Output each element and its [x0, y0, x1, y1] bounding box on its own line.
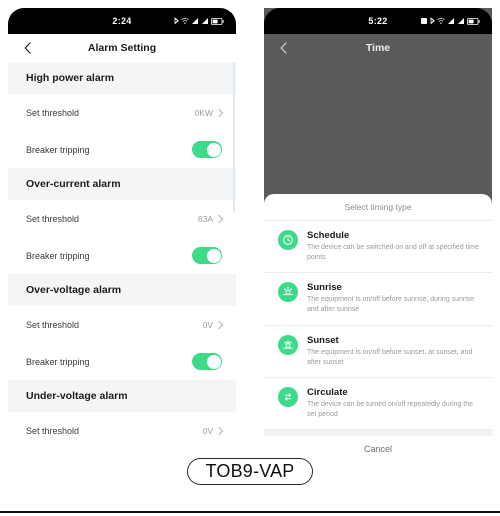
status-bar-icons — [174, 8, 224, 34]
bottom-divider — [0, 511, 500, 513]
circulate-icon — [284, 393, 292, 401]
caption: TOB9-VAP — [0, 458, 500, 485]
wifi-icon — [437, 18, 445, 24]
option-text: Circulate The device can be turned on/off… — [307, 387, 480, 420]
section-header: Over-voltage alarm — [8, 274, 236, 306]
option-text: Schedule The device can be switched on an… — [307, 230, 480, 263]
chevron-right-icon — [214, 426, 224, 435]
toggle-knob — [206, 248, 221, 263]
row-value-group: 0V — [202, 425, 224, 436]
row-label: Set threshold — [26, 319, 80, 330]
row-set-threshold[interactable]: Set threshold 63A — [8, 200, 236, 237]
scrollbar[interactable] — [233, 62, 235, 212]
option-title: Circulate — [307, 386, 348, 398]
toggle-knob — [206, 354, 221, 369]
sunset-icon-badge — [278, 334, 298, 355]
sunrise-icon-badge — [278, 282, 298, 303]
row-label: Breaker tripping — [26, 356, 90, 367]
sunrise-icon — [282, 287, 294, 296]
section-header: Under-voltage alarm — [8, 380, 236, 412]
option-text: Sunset The equipment is on/off before sun… — [307, 335, 480, 368]
row-value-group: 0V — [202, 319, 224, 330]
section-header: High power alarm — [8, 62, 236, 94]
row-breaker-tripping[interactable]: Breaker tripping — [8, 237, 236, 274]
option-description: The device can be turned on/off repeated… — [307, 400, 474, 418]
row-label: Set threshold — [26, 425, 80, 436]
bluetooth-icon — [430, 17, 435, 25]
row-label: Set threshold — [26, 213, 80, 224]
alarm-settings-list: High power alarm Set threshold 0KW Breaker … — [8, 62, 236, 449]
section-header: Over-current alarm — [8, 168, 236, 200]
row-value: 0V — [202, 319, 213, 330]
alarm-icon — [421, 18, 427, 24]
status-bar-time: 5:22 — [368, 16, 388, 26]
signal-icon-2 — [202, 18, 208, 24]
status-bar-right: 5:22 — [264, 8, 492, 34]
option-text: Sunrise The equipment is on/off before su… — [307, 282, 480, 315]
sheet-title: Select timing type — [264, 194, 492, 221]
option-title: Schedule — [307, 230, 350, 241]
battery-icon — [211, 17, 224, 25]
chevron-left-icon — [24, 42, 31, 54]
row-label: Breaker tripping — [26, 250, 90, 261]
signal-icon-2 — [458, 18, 464, 24]
phone-time-picker: 5:22 Time Select timing type Schedule The… — [264, 8, 492, 454]
toggle-switch[interactable] — [192, 353, 222, 370]
status-bar-icons — [420, 8, 480, 34]
toggle-knob — [206, 142, 221, 157]
row-value: 63A — [197, 213, 213, 224]
chevron-right-icon — [214, 320, 224, 329]
option-sunrise[interactable]: Sunrise The equipment is on/off before su… — [264, 273, 492, 326]
bluetooth-icon — [174, 17, 179, 25]
battery-icon — [467, 17, 480, 25]
circulate-icon-badge — [278, 386, 298, 407]
row-set-threshold[interactable]: Set threshold 0V — [8, 306, 236, 343]
phone-alarm-setting: 2:24 Alarm Setting High power alarm Set t… — [8, 8, 236, 454]
option-circulate[interactable]: Circulate The device can be turned on/off… — [264, 378, 492, 431]
clock-icon-badge — [278, 230, 298, 250]
row-breaker-tripping[interactable]: Breaker tripping — [8, 131, 236, 168]
sunset-icon — [282, 339, 294, 349]
option-description: The device can be switched on and off at… — [307, 244, 479, 262]
option-description: The equipment is on/off before sunset, a… — [307, 348, 473, 366]
page-title: Time — [365, 42, 391, 54]
nav-bar-right: Time — [264, 34, 492, 62]
row-value: 0V — [202, 425, 213, 436]
signal-icon — [192, 18, 198, 24]
row-set-threshold[interactable]: Set threshold 0V — [8, 412, 236, 449]
row-value: 0KW — [194, 107, 213, 118]
option-schedule[interactable]: Schedule The device can be switched on an… — [264, 221, 492, 274]
page-title: Alarm Setting — [87, 42, 157, 54]
row-set-threshold[interactable]: Set threshold 0KW — [8, 94, 236, 131]
chevron-right-icon — [214, 108, 224, 117]
row-value-group: 63A — [197, 213, 224, 224]
row-label: Set threshold — [26, 107, 80, 118]
status-bar-time: 2:24 — [112, 16, 132, 26]
cancel-button[interactable]: Cancel — [264, 436, 492, 454]
option-sunset[interactable]: Sunset The equipment is on/off before sun… — [264, 326, 492, 378]
clock-icon — [283, 235, 293, 245]
back-button[interactable] — [20, 41, 34, 55]
timing-type-sheet: Select timing type Schedule The device ca… — [264, 194, 492, 454]
option-title: Sunrise — [307, 282, 342, 294]
chevron-left-icon — [280, 42, 287, 54]
row-value-group: 0KW — [194, 107, 224, 118]
toggle-switch[interactable] — [192, 141, 222, 158]
back-button[interactable] — [276, 41, 290, 55]
signal-icon — [448, 18, 454, 24]
nav-bar-left: Alarm Setting — [8, 34, 236, 62]
status-bar-left: 2:24 — [8, 8, 236, 34]
row-breaker-tripping[interactable]: Breaker tripping — [8, 343, 236, 380]
timing-type-options: Schedule The device can be switched on an… — [264, 221, 492, 431]
row-label: Breaker tripping — [26, 144, 90, 155]
option-description: The equipment is on/off before sunrise, … — [307, 296, 475, 314]
wifi-icon — [181, 18, 189, 24]
toggle-switch[interactable] — [192, 247, 222, 264]
model-label: TOB9-VAP — [186, 458, 314, 485]
dim-overlay[interactable] — [264, 62, 492, 194]
chevron-right-icon — [214, 214, 224, 223]
option-title: Sunset — [307, 334, 339, 346]
